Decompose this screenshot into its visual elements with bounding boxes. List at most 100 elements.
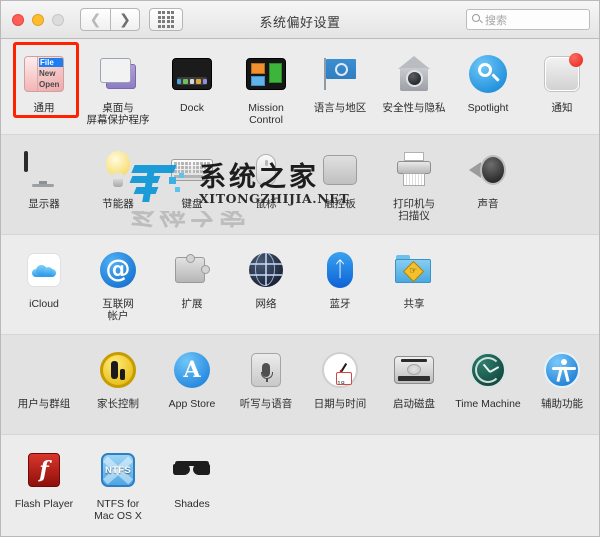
pane-general[interactable]: File New Open 通用 [7,49,81,126]
forward-button[interactable]: ❯ [110,8,140,31]
pane-accessibility[interactable]: 辅助功能 [525,345,599,410]
pane-ntfs-mac[interactable]: NTFS NTFS for Mac OS X [81,445,155,522]
date-time-clock-icon: 18 [322,352,358,388]
pane-mouse[interactable]: 鼠标 [229,145,303,222]
pane-language-region[interactable]: 语言与地区 [303,49,377,126]
pane-desktop-screensaver[interactable]: 桌面与 屏幕保护程序 [81,49,155,126]
sharing-folder-icon: ☞ [395,255,433,285]
security-privacy-house-icon [395,56,433,92]
users-groups-icon [25,355,63,385]
keyboard-icon [171,159,213,181]
pane-network[interactable]: 网络 [229,245,303,322]
chevron-right-icon: ❯ [119,11,131,28]
pane-parental-controls[interactable]: 家长控制 [81,345,155,410]
search-field[interactable]: 搜索 [466,9,590,30]
pane-label: Time Machine [455,398,521,410]
pane-label: Shades [174,498,210,510]
pane-extensions[interactable]: 扩展 [155,245,229,322]
icloud-icon [27,253,61,287]
pane-label: 通用 [33,102,55,114]
pane-label: 安全性与隐私 [382,102,446,114]
pane-displays[interactable]: 显示器 [7,145,81,222]
pane-row-hardware: 显示器 节能器 键盘 鼠标 触控板 打印机与 扫描仪 声音 [1,135,599,235]
pane-flash-player[interactable]: f Flash Player [7,445,81,522]
traffic-lights [12,13,64,26]
startup-disk-icon [394,356,434,384]
chevron-left-icon: ❮ [89,11,102,28]
displays-monitor-icon [24,151,64,187]
pane-label: 显示器 [28,198,60,210]
pane-sharing[interactable]: ☞ 共享 [377,245,451,322]
search-icon [472,14,480,22]
pane-time-machine[interactable]: Time Machine [451,345,525,410]
mouse-icon [256,154,276,186]
pane-users-groups[interactable]: 用户与群组 [7,345,81,410]
extensions-puzzle-icon [175,254,210,286]
flash-player-icon: f [28,453,60,487]
dock-icon [172,58,212,90]
pane-mission-control[interactable]: Mission Control [229,49,303,126]
mission-control-icon [246,58,286,90]
pane-label: Dock [180,102,204,114]
pane-security-privacy[interactable]: 安全性与隐私 [377,49,451,126]
pane-printers-scanners[interactable]: 打印机与 扫描仪 [377,145,451,222]
pane-label: 听写与语音 [239,398,293,410]
pane-label: Spotlight [467,102,509,114]
back-button[interactable]: ❮ [80,8,110,31]
pane-trackpad[interactable]: 触控板 [303,145,377,222]
pane-startup-disk[interactable]: 启动磁盘 [377,345,451,410]
pane-row-personal: File New Open 通用 桌面与 屏幕保护程序 Dock Mission… [1,39,599,135]
preference-panes-content: 系统之家 XITONGZHIJIA.NET 系统之家 XITONGZHIJIA.… [1,39,599,536]
pane-label: iCloud [29,298,59,310]
pane-label: 辅助功能 [541,398,583,410]
zoom-window-button[interactable] [52,13,64,26]
pane-label: 打印机与 扫描仪 [393,198,435,222]
pane-label: 通知 [551,102,573,114]
show-all-grid-icon [157,11,175,28]
accessibility-icon [544,352,580,388]
desktop-screensaver-icon [98,57,138,91]
dictation-speech-mic-icon [251,353,281,387]
pane-label: 家长控制 [97,398,139,410]
pane-label: 鼠标 [255,198,277,210]
pane-sound[interactable]: 声音 [451,145,525,222]
pane-dictation-speech[interactable]: 听写与语音 [229,345,303,410]
pane-row-internet: iCloud @ 互联网 帐户 扩展 网络 ᛏ 蓝牙 ☞ 共享 [1,235,599,335]
pane-label: 蓝牙 [329,298,351,310]
notification-badge [569,53,583,67]
energy-saver-bulb-icon [103,151,133,189]
search-placeholder: 搜索 [485,14,507,27]
spotlight-magnifier-icon [469,55,507,93]
pane-label: 触控板 [324,198,356,210]
pane-label: 声音 [477,198,499,210]
pane-internet-accounts[interactable]: @ 互联网 帐户 [81,245,155,322]
calendar-day: 18 [337,381,345,385]
ntfs-mac-icon: NTFS [101,453,135,487]
titlebar: ❮ ❯ 系统偏好设置 搜索 [1,1,599,39]
pane-label: 日期与时间 [313,398,367,410]
pane-label: App Store [168,398,216,410]
pane-spotlight[interactable]: Spotlight [451,49,525,126]
shades-sunglasses-icon [172,460,212,480]
internet-accounts-at-icon: @ [100,252,136,288]
pane-label: Flash Player [14,498,74,510]
close-window-button[interactable] [12,13,24,26]
pane-row-system: 用户与群组 家长控制 A App Store 听写与语音 18 日期与时间 启动… [1,335,599,435]
parental-controls-icon [100,352,136,388]
pane-keyboard[interactable]: 键盘 [155,145,229,222]
general-menu-icon: File New Open [24,56,64,92]
pane-shades[interactable]: Shades [155,445,229,522]
show-all-button[interactable] [149,8,183,31]
pane-date-time[interactable]: 18 日期与时间 [303,345,377,410]
pane-bluetooth[interactable]: ᛏ 蓝牙 [303,245,377,322]
pane-icloud[interactable]: iCloud [7,245,81,322]
pane-notifications[interactable]: 通知 [525,49,599,126]
pane-label: 节能器 [102,198,134,210]
pane-dock[interactable]: Dock [155,49,229,126]
system-preferences-window: ❮ ❯ 系统偏好设置 搜索 系统之家 XITONGZHIJIA.NET File… [0,0,600,537]
pane-label: 用户与群组 [17,398,71,410]
minimize-window-button[interactable] [32,13,44,26]
pane-energy-saver[interactable]: 节能器 [81,145,155,222]
pane-label: 语言与地区 [313,102,367,114]
pane-app-store[interactable]: A App Store [155,345,229,410]
